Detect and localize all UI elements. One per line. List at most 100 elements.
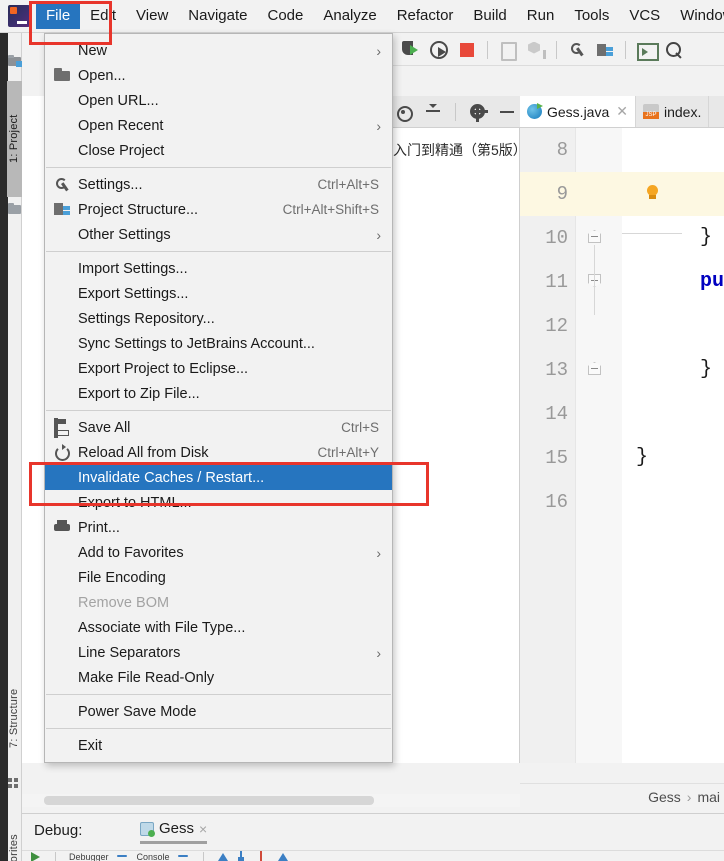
menubar-item-file[interactable]: File — [36, 3, 81, 29]
menu-item-print[interactable]: Print... — [45, 515, 392, 540]
menu-item-make-file-read-only[interactable]: Make File Read-Only — [45, 665, 392, 690]
editor-line[interactable]: 9 — [520, 172, 724, 216]
collapse-all-icon[interactable] — [420, 100, 446, 124]
editor-line[interactable]: 15} — [520, 436, 724, 480]
menu-item-settings-repository[interactable]: Settings Repository... — [45, 306, 392, 331]
menubar-item-tools[interactable]: Tools — [564, 3, 619, 29]
project-structure-icon[interactable] — [592, 38, 618, 62]
menu-item-associate-with-file-type[interactable]: Associate with File Type... — [45, 615, 392, 640]
breadcrumb[interactable]: Gess › mai — [520, 783, 724, 809]
breadcrumb-separator-icon: › — [686, 788, 692, 805]
sidebar-item-structure[interactable]: 7: Structure — [7, 663, 22, 773]
menubar-item-window[interactable]: Window — [670, 3, 724, 29]
menu-item-invalidate-caches-restart[interactable]: Invalidate Caches / Restart... — [45, 465, 392, 490]
menubar-item-build[interactable]: Build — [463, 3, 516, 29]
menubar-item-edit[interactable]: Edit — [80, 3, 126, 29]
menubar-item-view[interactable]: View — [126, 3, 178, 29]
menubar-item-analyze[interactable]: Analyze — [313, 3, 386, 29]
code-editor[interactable]: 8 9 10} 11 pu 12 13} 14 15} 16 — [520, 128, 724, 763]
code-fold-up-icon[interactable] — [588, 362, 601, 375]
editor-line[interactable]: 16 — [520, 480, 724, 524]
step-out-button[interactable] — [277, 851, 289, 861]
stop-icon[interactable] — [454, 38, 480, 62]
menu-item-export-to-html[interactable]: Export to HTML... — [45, 490, 392, 515]
breadcrumb-item-method[interactable]: mai — [697, 789, 720, 805]
menu-item-exit[interactable]: Exit — [45, 733, 392, 758]
editor-tab-label: Gess.java — [547, 103, 610, 120]
file-dropdown-menu[interactable]: New › Open... Open URL... Open Recent › Close … — [44, 33, 393, 763]
code-text: } — [636, 446, 649, 469]
sidebar-item-favorites[interactable]: 2: Favorites — [7, 808, 22, 861]
menu-item-new[interactable]: New › — [45, 38, 392, 63]
menubar-item-run[interactable]: Run — [517, 3, 565, 29]
settings-icon[interactable] — [564, 38, 590, 62]
menu-item-line-separators[interactable]: Line Separators › — [45, 640, 392, 665]
editor-tab-index-jsp[interactable]: index. — [636, 96, 710, 127]
menu-item-label: New — [78, 42, 108, 59]
editor-line[interactable]: 13} — [520, 348, 724, 392]
toolbar-separator-2 — [556, 40, 557, 59]
menu-item-sync-settings-to-jetbrains-account[interactable]: Sync Settings to JetBrains Account... — [45, 331, 392, 356]
step-over-button[interactable] — [217, 851, 229, 861]
close-icon[interactable]: ✕ — [616, 103, 628, 120]
folder-icon — [54, 68, 70, 84]
project-horizontal-scrollbar[interactable] — [44, 796, 374, 805]
menu-item-power-save-mode[interactable]: Power Save Mode — [45, 699, 392, 724]
debugger-tab-label[interactable]: Debugger — [69, 852, 109, 861]
line-number: 11 — [545, 271, 568, 293]
locate-icon[interactable] — [390, 100, 416, 124]
console-tab-label[interactable]: Console — [137, 852, 170, 861]
run-with-coverage-icon[interactable] — [398, 38, 424, 62]
menu-item-save-all[interactable]: Save All Ctrl+S — [45, 415, 392, 440]
editor-line[interactable]: 11 pu — [520, 260, 724, 304]
breadcrumb-item-class[interactable]: Gess — [648, 789, 681, 805]
hide-button[interactable] — [177, 851, 190, 861]
menu-item-label: Settings... — [78, 176, 143, 193]
search-everywhere-icon[interactable] — [661, 38, 687, 62]
terminal-icon[interactable] — [633, 38, 659, 62]
menubar-item-vcs[interactable]: VCS — [619, 3, 670, 29]
menu-item-settings[interactable]: Settings... Ctrl+Alt+S — [45, 172, 392, 197]
menu-item-reload-all-from-disk[interactable]: Reload All from Disk Ctrl+Alt+Y — [45, 440, 392, 465]
menu-item-open[interactable]: Open... — [45, 63, 392, 88]
menu-item-open-url[interactable]: Open URL... — [45, 88, 392, 113]
main-menu-bar: File Edit View Navigate Code Analyze Refactor B… — [0, 0, 724, 33]
menu-item-file-encoding[interactable]: File Encoding — [45, 565, 392, 590]
menu-item-other-settings[interactable]: Other Settings › — [45, 222, 392, 247]
menubar-item-refactor[interactable]: Refactor — [387, 3, 464, 29]
menu-item-import-settings[interactable]: Import Settings... — [45, 256, 392, 281]
hide-panel-icon[interactable] — [494, 100, 520, 124]
sidebar-item-project[interactable]: 1: Project — [7, 81, 22, 197]
menu-item-add-to-favorites[interactable]: Add to Favorites › — [45, 540, 392, 565]
console-icon[interactable] — [116, 851, 129, 861]
code-fold-up-icon[interactable] — [588, 230, 601, 243]
menubar-item-label: Analyze — [323, 7, 377, 24]
step-into-button[interactable] — [237, 851, 249, 861]
menu-item-project-structure[interactable]: Project Structure... Ctrl+Alt+Shift+S — [45, 197, 392, 222]
editor-line[interactable]: 8 — [520, 128, 724, 172]
menubar-item-navigate[interactable]: Navigate — [178, 3, 257, 29]
line-number: 13 — [545, 359, 568, 381]
menu-item-open-recent[interactable]: Open Recent › — [45, 113, 392, 138]
menu-item-label: Open... — [78, 67, 126, 84]
menu-item-shortcut: Ctrl+Alt+Y — [317, 445, 379, 460]
project-tree-visible-item[interactable]: 入门到精通（第5版） — [393, 140, 520, 160]
menu-item-export-settings[interactable]: Export Settings... — [45, 281, 392, 306]
editor-line[interactable]: 10} — [520, 216, 724, 260]
settings-gear-icon[interactable] — [464, 100, 490, 124]
profile-icon[interactable] — [426, 38, 452, 62]
editor-line[interactable]: 14 — [520, 392, 724, 436]
resume-program-button[interactable] — [30, 851, 42, 861]
menubar-item-code[interactable]: Code — [257, 3, 313, 29]
debug-toolbar-separator — [55, 851, 56, 861]
menu-item-label: Invalidate Caches / Restart... — [78, 469, 265, 486]
menu-item-export-project-to-eclipse[interactable]: Export Project to Eclipse... — [45, 356, 392, 381]
menu-item-close-project[interactable]: Close Project — [45, 138, 392, 163]
intention-bulb-icon[interactable] — [646, 185, 659, 202]
editor-tab-gess-java[interactable]: Gess.java ✕ — [520, 96, 636, 127]
force-step-into-button[interactable] — [257, 851, 269, 861]
editor-line[interactable]: 12 — [520, 304, 724, 348]
close-icon[interactable]: × — [199, 821, 207, 837]
debug-session-tab[interactable]: Gess × — [140, 820, 208, 844]
menu-item-export-to-zip-file[interactable]: Export to Zip File... — [45, 381, 392, 406]
